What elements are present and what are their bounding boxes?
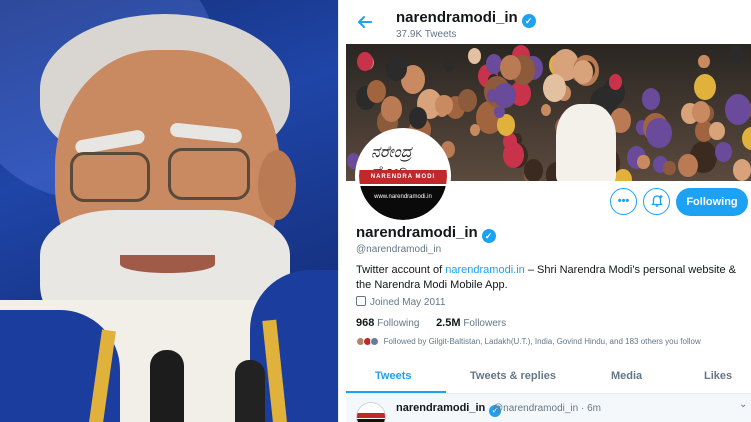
following-label: Following — [377, 318, 420, 329]
crowd-person — [380, 96, 402, 122]
crowd-person — [646, 118, 672, 149]
following-button[interactable]: Following — [676, 188, 748, 216]
verified-badge-icon: ✓ — [521, 14, 536, 28]
header-name: narendramodi_in ✓ — [396, 9, 536, 28]
profile-avatar[interactable]: ನರೇಂದ್ರ ಮೋದಿ NARENDRA MODI www.narendram… — [355, 128, 451, 224]
crowd-person — [741, 126, 751, 151]
tweet-handle-time: @narendramodi_in · 6m — [493, 403, 601, 414]
followed-by[interactable]: Followed by Gilgit-Baltistan, Ladakh(U.T… — [356, 337, 748, 346]
profile-name: narendramodi_in ✓ — [356, 224, 496, 243]
crowd-person — [556, 104, 616, 181]
crowd-person — [469, 124, 481, 137]
profile-name-text: narendramodi_in — [356, 224, 478, 241]
crowd-person — [357, 51, 373, 72]
tweet-item[interactable]: narendramodi_in ✓ @narendramodi_in · 6m ⌄ — [346, 394, 751, 422]
crowd-person — [502, 141, 525, 168]
microphone — [235, 360, 265, 422]
crowd-person — [540, 103, 551, 116]
avatar-site: www.narendramodi.in — [359, 186, 447, 220]
chevron-down-icon[interactable]: ⌄ — [739, 399, 747, 410]
arrow-left-icon[interactable] — [357, 14, 377, 34]
crowd-person — [614, 168, 632, 181]
followed-by-text: Followed by Gilgit-Baltistan, Ladakh(U.T… — [383, 337, 701, 346]
ear — [258, 150, 296, 220]
tab-likes[interactable]: Likes — [704, 370, 732, 382]
crowd-person — [641, 87, 660, 110]
crowd-person — [732, 159, 751, 181]
verified-badge-icon: ✓ — [481, 229, 496, 243]
avatar-brand: NARENDRA MODI — [359, 170, 447, 184]
calendar-icon — [356, 296, 366, 306]
crowd-person — [725, 93, 751, 125]
crowd-person — [467, 47, 481, 64]
microphone — [150, 350, 184, 422]
follower-avatar — [370, 337, 379, 346]
profile-bio: Twitter account of narendramodi.in – Shr… — [356, 263, 746, 293]
bio-link[interactable]: narendramodi.in — [445, 264, 525, 276]
tab-tweets-replies[interactable]: Tweets & replies — [470, 370, 556, 382]
crowd-person — [709, 121, 725, 141]
followers-label: Followers — [463, 318, 507, 329]
bell-plus-icon — [650, 195, 663, 207]
followers-stat[interactable]: 2.5M Followers — [436, 317, 507, 329]
crowd-person — [523, 158, 543, 181]
avatar-logo: ನರೇಂದ್ರ ಮೋದಿ NARENDRA MODI www.narendram… — [359, 132, 447, 220]
glasses-left — [70, 152, 150, 202]
following-count: 968 — [356, 317, 375, 329]
tab-tweets[interactable]: Tweets — [375, 370, 411, 382]
mouth — [120, 255, 215, 273]
tweet-author[interactable]: narendramodi_in ✓ — [396, 402, 502, 417]
arrow-left-icon-svg — [358, 16, 372, 28]
notifications-button[interactable] — [643, 188, 670, 215]
profile-photo-left — [0, 0, 338, 422]
crowd-person — [678, 153, 698, 178]
crowd-person — [435, 94, 453, 116]
followers-count: 2.5M — [436, 317, 461, 329]
crowd-person — [494, 82, 516, 109]
crowd-person — [663, 160, 676, 176]
following-stat[interactable]: 968 Following — [356, 317, 420, 329]
glasses-right — [168, 148, 250, 200]
crowd-person — [572, 60, 593, 85]
crowd-person — [385, 55, 407, 81]
profile-handle: @narendramodi_in — [356, 244, 442, 255]
header-name-text: narendramodi_in — [396, 9, 518, 26]
crowd-person — [444, 59, 455, 73]
profile-tabs: Tweets Tweets & replies Media Likes — [346, 360, 751, 394]
tweet-count: 37.9K Tweets — [396, 29, 457, 40]
tab-media[interactable]: Media — [611, 370, 642, 382]
active-tab-indicator — [346, 391, 446, 393]
crowd-person — [728, 44, 744, 63]
joined-date: Joined May 2011 — [356, 296, 445, 308]
profile-header: narendramodi_in ✓ 37.9K Tweets — [339, 0, 751, 44]
joined-text: Joined May 2011 — [370, 297, 446, 308]
ellipsis-icon: ••• — [617, 195, 630, 207]
crowd-person — [408, 106, 427, 129]
more-options-button[interactable]: ••• — [610, 188, 637, 215]
twitter-profile-panel: narendramodi_in✓ 37.9K Tweets ನರೇಂದ್ರ ಮೋ… — [338, 0, 751, 422]
crowd-person — [693, 73, 716, 101]
follow-stats: 968 Following 2.5M Followers — [356, 317, 506, 329]
avatar-signature: ನರೇಂದ್ರ ಮೋದಿ — [371, 142, 412, 181]
tweet-author-name: narendramodi_in — [396, 402, 486, 414]
crowd-person — [714, 142, 732, 163]
crowd-person — [698, 54, 710, 69]
tweet-avatar-red — [357, 413, 385, 418]
crowd-person — [542, 73, 566, 102]
bio-prefix: Twitter account of — [356, 264, 446, 276]
crowd-person — [637, 154, 650, 170]
crowd-person — [457, 88, 478, 113]
tweet-avatar[interactable] — [356, 402, 386, 422]
crowd-person — [691, 101, 710, 124]
